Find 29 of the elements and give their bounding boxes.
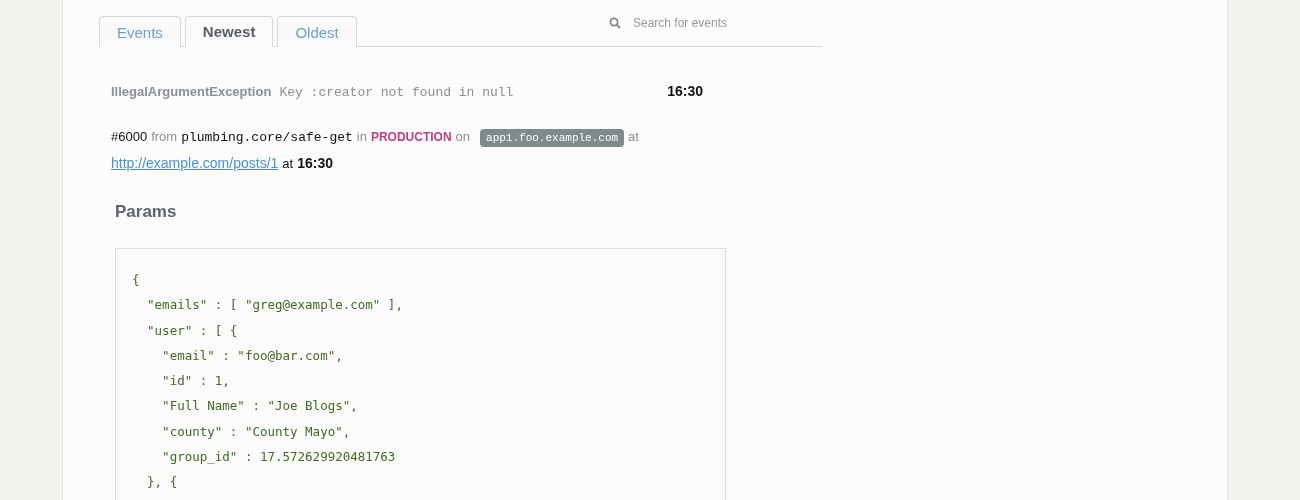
code-line: "group_id" : 17.572629920481763 — [161, 448, 397, 467]
from-label: from — [151, 129, 178, 144]
at-label: at — [282, 156, 294, 171]
exception-message: Key :creator not found in null — [279, 85, 515, 100]
tab[interactable]: Events — [99, 16, 181, 47]
environment-label: PRODUCTION — [370, 130, 452, 144]
code-line: "Full Name" : "Joe Blogs", — [161, 397, 359, 416]
code-line: "user" : [ { — [146, 321, 239, 340]
params-heading: Params — [115, 202, 178, 222]
tab[interactable]: Oldest — [277, 16, 357, 47]
on-label: on — [455, 129, 471, 144]
url-link[interactable]: http://example.com/posts/1 — [111, 155, 279, 171]
search-icon — [609, 17, 621, 29]
exception-name: IllegalArgumentException — [111, 84, 272, 99]
code-line: }, { — [146, 473, 179, 492]
at-label: at — [628, 129, 639, 144]
event-number: #6000 — [111, 129, 148, 144]
code-line: "email" : "foo@bar.com", — [161, 346, 344, 365]
host-badge: app1.foo.example.com — [480, 129, 625, 147]
source-function: plumbing.core/safe-get — [181, 130, 353, 145]
search-field[interactable]: Search for events — [633, 16, 763, 30]
code-line: "county" : "County Mayo", — [161, 422, 352, 441]
in-label: in — [356, 129, 367, 144]
tab[interactable]: Newest — [184, 16, 274, 47]
code-line: "emails" : [ "greg@example.com" ], — [146, 296, 404, 315]
code-line: "id" : 1, — [161, 372, 231, 391]
event-time: 16:30 — [667, 83, 703, 99]
code-line: { — [132, 271, 141, 289]
event-time: 16:30 — [297, 155, 333, 171]
